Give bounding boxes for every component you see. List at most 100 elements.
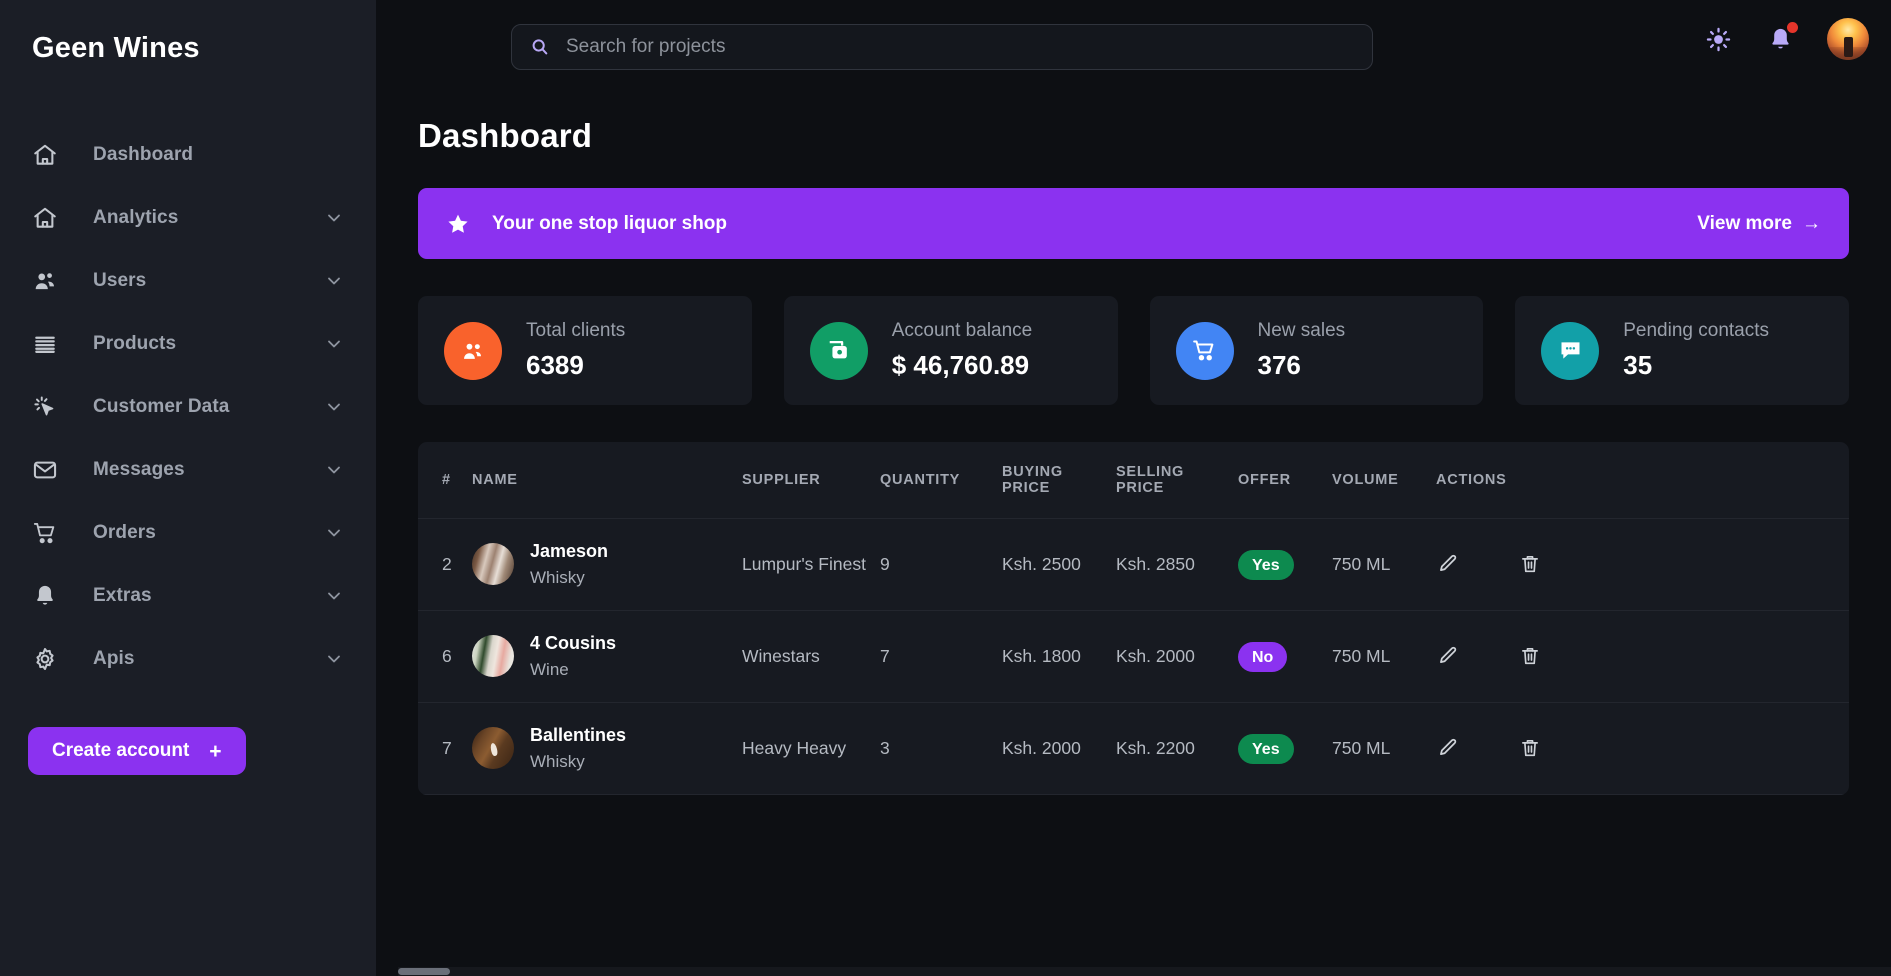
table-row[interactable]: 7 Ballentines Whisky Heavy Heavy 3 Ksh. … — [418, 702, 1849, 795]
search-input[interactable] — [566, 36, 1354, 58]
cell-name: Jameson Whisky — [472, 518, 742, 611]
cell-quantity: 7 — [880, 610, 1002, 703]
arrow-right-icon: → — [1802, 212, 1821, 234]
product-name: Jameson — [530, 541, 609, 561]
table-head: # NAME SUPPLIER QUANTITY BUYING PRICE SE… — [418, 442, 1849, 519]
stat-card-pending-contacts[interactable]: Pending contacts 35 — [1515, 296, 1849, 405]
cell-index: 6 — [418, 610, 472, 703]
column-header-supplier[interactable]: SUPPLIER — [742, 442, 880, 519]
envelope-icon — [30, 455, 60, 485]
users-group-icon — [444, 321, 502, 380]
sidebar-item-orders[interactable]: Orders — [0, 501, 376, 564]
view-more-label: View more — [1697, 212, 1792, 234]
cell-actions — [1436, 702, 1849, 795]
pencil-icon[interactable] — [1436, 644, 1460, 668]
chevron-down-icon[interactable] — [324, 523, 344, 543]
table-row[interactable]: 2 Jameson Whisky Lumpur's Finest 9 Ksh. … — [418, 518, 1849, 611]
search-icon — [530, 37, 550, 57]
table-row[interactable]: 6 4 Cousins Wine Winestars 7 Ksh. 1800 K… — [418, 610, 1849, 703]
sidebar-item-products[interactable]: Products — [0, 312, 376, 375]
chevron-down-icon[interactable] — [324, 586, 344, 606]
trash-icon[interactable] — [1518, 736, 1542, 760]
home-icon — [30, 203, 60, 233]
product-text: 4 Cousins Wine — [530, 633, 616, 680]
cursor-click-icon — [30, 392, 60, 422]
trash-icon[interactable] — [1518, 644, 1542, 668]
promo-banner: Your one stop liquor shop View more → — [418, 188, 1849, 259]
sidebar-item-messages[interactable]: Messages — [0, 438, 376, 501]
stat-card-new-sales[interactable]: New sales 376 — [1149, 296, 1484, 405]
chevron-down-icon[interactable] — [324, 334, 344, 354]
shopping-cart-icon — [1175, 321, 1234, 380]
cell-offer: Yes — [1238, 702, 1332, 795]
bell-icon[interactable] — [1765, 22, 1798, 54]
sidebar-nav: Dashboard Analytics Users Products Custo… — [0, 123, 376, 690]
app-root: Geen Wines Dashboard Analytics Users Pro… — [0, 0, 1891, 976]
sun-icon[interactable] — [1703, 24, 1733, 54]
stat-card-account-balance[interactable]: Account balance $ 46,760.89 — [783, 296, 1118, 405]
cell-supplier: Lumpur's Finest — [742, 518, 880, 611]
cell-offer: Yes — [1238, 518, 1332, 611]
cell-selling-price: Ksh. 2200 — [1116, 702, 1238, 795]
product-text: Ballentines Whisky — [530, 725, 626, 772]
product-name: Ballentines — [530, 724, 627, 745]
product-cell: 4 Cousins Wine — [472, 633, 732, 680]
chevron-down-icon[interactable] — [324, 208, 344, 228]
column-header-offer[interactable]: OFFER — [1238, 442, 1332, 519]
column-header-volume[interactable]: VOLUME — [1332, 442, 1436, 519]
gear-icon — [30, 644, 60, 674]
column-header-name[interactable]: NAME — [472, 442, 742, 519]
stat-card-value: $ 46,760.89 — [891, 350, 1030, 380]
sidebar-item-apis[interactable]: Apis — [0, 627, 376, 690]
main-content: Dashboard Your one stop liquor shop View… — [376, 0, 1891, 976]
sidebar-item-label: Messages — [93, 458, 185, 480]
pencil-icon[interactable] — [1436, 552, 1460, 576]
cell-volume: 750 ML — [1332, 702, 1436, 795]
horizontal-scrollbar[interactable] — [398, 967, 1891, 976]
sidebar-item-extras[interactable]: Extras — [0, 564, 376, 627]
column-header-buying-price[interactable]: BUYING PRICE — [1002, 442, 1116, 519]
stat-card-label: Account balance — [891, 320, 1033, 341]
cell-buying-price: Ksh. 1800 — [1002, 610, 1116, 703]
trash-icon[interactable] — [1518, 552, 1542, 576]
stat-card-label: Total clients — [526, 320, 626, 341]
search-wrap — [511, 24, 1373, 70]
stat-card-label: New sales — [1257, 320, 1346, 341]
row-actions — [1436, 552, 1839, 576]
column-header-index[interactable]: # — [418, 442, 472, 519]
column-header-selling-price[interactable]: SELLING PRICE — [1116, 442, 1238, 519]
status-badge: No — [1238, 642, 1288, 673]
sidebar-item-users[interactable]: Users — [0, 249, 376, 312]
chevron-down-icon[interactable] — [324, 649, 344, 669]
cell-volume: 750 ML — [1332, 610, 1436, 703]
list-lines-icon — [30, 329, 60, 359]
column-header-quantity[interactable]: QUANTITY — [880, 442, 1002, 519]
avatar[interactable] — [1827, 18, 1869, 60]
chevron-down-icon[interactable] — [324, 460, 344, 480]
search-box[interactable] — [511, 24, 1373, 70]
cell-quantity: 9 — [880, 518, 1002, 611]
view-more-link[interactable]: View more → — [1697, 213, 1821, 235]
cell-quantity: 3 — [880, 702, 1002, 795]
column-header-actions: ACTIONS — [1436, 442, 1849, 519]
plus-icon: + — [209, 739, 222, 763]
users-icon — [30, 266, 60, 296]
row-actions — [1436, 644, 1839, 668]
cell-supplier: Winestars — [742, 610, 880, 703]
brand-title: Geen Wines — [32, 32, 200, 64]
chevron-down-icon[interactable] — [324, 397, 344, 417]
product-category: Wine — [530, 659, 569, 679]
sidebar-item-label: Apis — [93, 647, 135, 669]
chevron-down-icon[interactable] — [324, 271, 344, 291]
create-account-button[interactable]: Create account + — [28, 727, 246, 775]
pencil-icon[interactable] — [1436, 736, 1460, 760]
sidebar-item-dashboard[interactable]: Dashboard — [0, 123, 376, 186]
stat-card-body: Account balance $ 46,760.89 — [892, 320, 1033, 381]
stat-card-total-clients[interactable]: Total clients 6389 — [418, 296, 752, 405]
shopping-cart-icon — [30, 518, 60, 548]
sidebar-item-label: Customer Data — [93, 395, 230, 417]
row-actions — [1436, 736, 1839, 760]
product-cell: Jameson Whisky — [472, 541, 732, 588]
sidebar-item-analytics[interactable]: Analytics — [0, 186, 376, 249]
sidebar-item-customer-data[interactable]: Customer Data — [0, 375, 376, 438]
